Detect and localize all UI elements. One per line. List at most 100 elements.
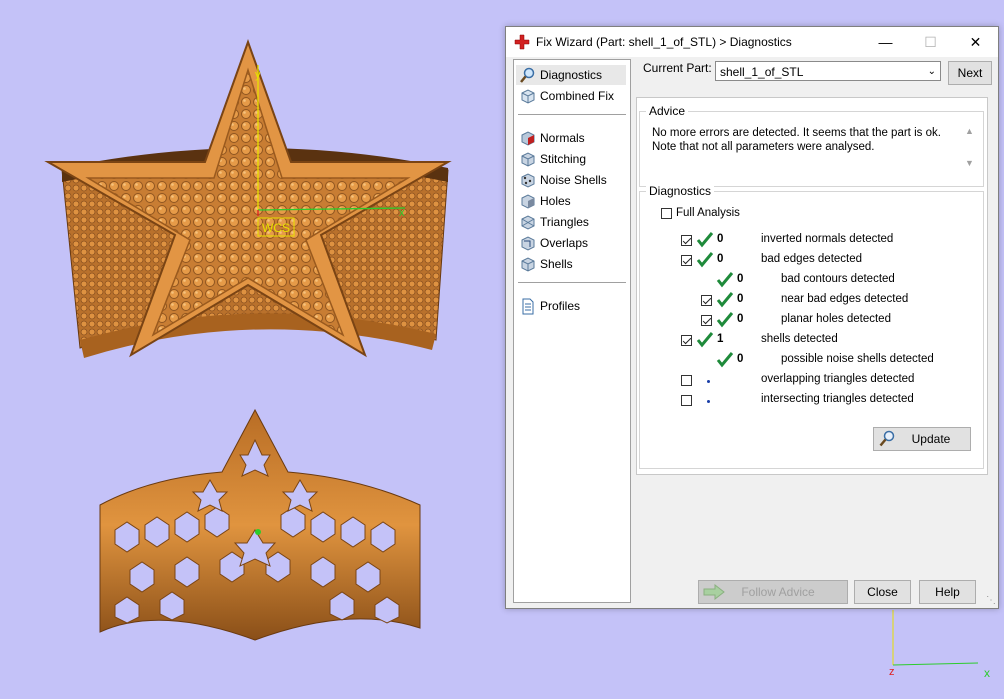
diagnostic-checkbox[interactable] xyxy=(681,235,692,246)
wcs-label: WCS xyxy=(262,221,290,235)
dialog-title: Fix Wizard (Part: shell_1_of_STL) > Diag… xyxy=(536,35,792,49)
diagnostic-count: 0 xyxy=(737,353,744,365)
minimize-button[interactable]: — xyxy=(863,27,908,57)
diagnostics-title: Diagnostics xyxy=(646,184,715,198)
diagnostic-count: 0 xyxy=(737,293,744,305)
nav-label: Overlaps xyxy=(540,236,589,250)
diagnostic-label: planar holes detected xyxy=(781,313,891,325)
maximize-button[interactable]: ☐ xyxy=(908,27,953,57)
update-button[interactable]: Update xyxy=(873,427,971,451)
axis-z-label: z xyxy=(889,666,895,678)
checkmark-icon xyxy=(696,232,714,248)
checkmark-icon xyxy=(696,332,714,348)
checkmark-icon xyxy=(716,352,734,368)
diagnostic-label: shells detected xyxy=(761,333,838,345)
follow-advice-label: Follow Advice xyxy=(741,585,815,599)
checkmark-icon xyxy=(716,312,734,328)
follow-advice-button[interactable]: Follow Advice xyxy=(698,580,848,604)
nav-label: Diagnostics xyxy=(540,68,603,82)
nav-label: Noise Shells xyxy=(540,173,607,187)
star-ring-model[interactable]: y x WCS xyxy=(44,39,452,358)
fix-wizard-dialog: Fix Wizard (Part: shell_1_of_STL) > Diag… xyxy=(505,26,999,609)
current-part-value: shell_1_of_STL xyxy=(720,65,804,79)
diagnostic-checkbox[interactable] xyxy=(681,255,692,266)
nav-label: Stitching xyxy=(540,152,587,166)
diagnostic-label: inverted normals detected xyxy=(761,233,894,245)
arrow-right-icon xyxy=(703,584,725,600)
diagnostic-label: intersecting triangles detected xyxy=(761,393,914,405)
holes-cube-icon xyxy=(521,194,535,209)
checkmark-icon xyxy=(716,272,734,288)
next-button[interactable]: Next xyxy=(948,61,992,85)
nav-label: Triangles xyxy=(540,215,589,229)
axis-x2-label: x xyxy=(984,666,990,680)
diagnostic-checkbox[interactable] xyxy=(701,315,712,326)
diagnostic-label: bad edges detected xyxy=(761,253,863,265)
nav-item-profiles[interactable]: Profiles xyxy=(516,296,626,316)
diagnostic-label: near bad edges detected xyxy=(781,293,909,305)
diagnostic-label: bad contours detected xyxy=(781,273,895,285)
diagnostic-checkbox[interactable] xyxy=(681,335,692,346)
diagnostic-count: 0 xyxy=(717,253,724,265)
nav-label: Profiles xyxy=(540,299,581,313)
nav-item-normals[interactable]: Normals xyxy=(516,128,626,148)
nav-label: Holes xyxy=(540,194,571,208)
diagnostic-label: overlapping triangles detected xyxy=(761,373,915,385)
noise-cube-icon xyxy=(521,173,535,188)
help-button[interactable]: Help xyxy=(919,580,976,604)
current-part-label: Current Part: xyxy=(643,61,712,75)
checkmark-icon xyxy=(716,292,734,308)
advice-text: No more errors are detected. It seems th… xyxy=(652,127,941,153)
nav-item-overlaps[interactable]: Overlaps xyxy=(516,233,626,253)
axis-y-label: y xyxy=(255,69,261,81)
nav-label: Normals xyxy=(540,131,585,145)
wizard-nav: Diagnostics Combined Fix Normals Stitchi… xyxy=(513,59,631,603)
nav-item-noise-shells[interactable]: Noise Shells xyxy=(516,170,626,190)
stitching-cube-icon xyxy=(521,152,535,167)
nav-item-shells[interactable]: Shells xyxy=(516,254,626,274)
status-dot-icon xyxy=(707,400,710,403)
red-cross-icon xyxy=(514,34,530,50)
diagnostic-count: 0 xyxy=(737,273,744,285)
diagnostic-label: possible noise shells detected xyxy=(781,353,934,365)
status-dot-icon xyxy=(707,380,710,383)
current-part-select[interactable]: shell_1_of_STL ⌄ xyxy=(715,61,941,81)
overlaps-cube-icon xyxy=(521,236,535,251)
lattice-ring-model[interactable] xyxy=(99,408,421,641)
diagnostic-checkbox[interactable] xyxy=(701,295,712,306)
scroll-up-icon[interactable]: ▲ xyxy=(965,126,974,136)
nav-item-diagnostics[interactable]: Diagnostics xyxy=(516,65,626,85)
chevron-down-icon: ⌄ xyxy=(927,66,936,77)
update-label: Update xyxy=(911,432,951,446)
document-icon xyxy=(522,298,534,315)
full-analysis-label: Full Analysis xyxy=(676,207,740,219)
advice-scrollbar[interactable]: ▲ ▼ xyxy=(963,126,977,170)
axis-triad: z x xyxy=(889,610,990,680)
nav-label: Shells xyxy=(540,257,573,271)
nav-item-combined-fix[interactable]: Combined Fix xyxy=(516,86,626,106)
axis-x-label: x xyxy=(399,207,405,219)
nav-item-stitching[interactable]: Stitching xyxy=(516,149,626,169)
diagnostic-checkbox[interactable] xyxy=(681,395,692,406)
magnifier-icon xyxy=(879,430,895,447)
nav-label: Combined Fix xyxy=(540,89,615,103)
scroll-down-icon[interactable]: ▼ xyxy=(965,158,974,168)
full-analysis-checkbox[interactable] xyxy=(661,208,672,219)
checkmark-icon xyxy=(696,252,714,268)
triangles-cube-icon xyxy=(521,215,535,230)
diagnostic-checkbox[interactable] xyxy=(681,375,692,386)
magnifier-icon xyxy=(520,67,535,83)
dialog-titlebar[interactable]: Fix Wizard (Part: shell_1_of_STL) > Diag… xyxy=(506,27,998,57)
shells-cube-icon xyxy=(521,257,535,272)
diagnostics-group: Diagnostics Full Analysis 0 inverted norm… xyxy=(639,184,984,469)
window-close-button[interactable]: ✕ xyxy=(953,27,998,57)
resize-grip-icon[interactable]: ⋱ xyxy=(986,595,996,606)
nav-item-holes[interactable]: Holes xyxy=(516,191,626,211)
advice-title: Advice xyxy=(646,104,689,118)
diagnostic-count: 1 xyxy=(717,333,724,345)
advice-group: Advice No more errors are detected. It s… xyxy=(639,104,984,187)
normals-cube-icon xyxy=(521,131,535,146)
nav-item-triangles[interactable]: Triangles xyxy=(516,212,626,232)
close-button[interactable]: Close xyxy=(854,580,911,604)
diagnostic-count: 0 xyxy=(717,233,724,245)
